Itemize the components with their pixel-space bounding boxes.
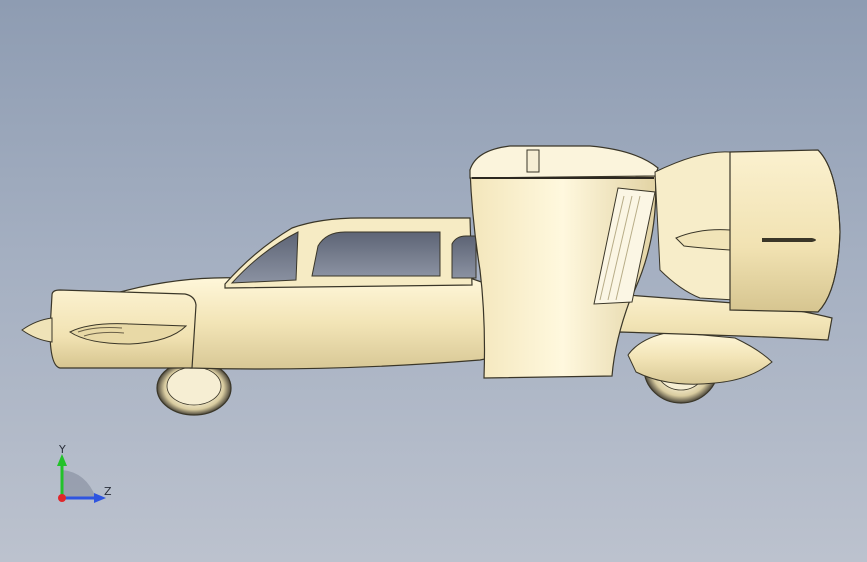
side-window-rear (451, 235, 477, 279)
tower-canopy (469, 145, 659, 179)
side-window-front (311, 231, 441, 277)
x-axis-dot-icon (58, 494, 66, 502)
tail-fin (654, 151, 736, 301)
coordinate-triad: Y Z (57, 443, 112, 503)
canopy-latch-icon (526, 149, 540, 173)
ducted-fan (729, 149, 841, 313)
y-axis-label: Y (58, 443, 66, 456)
front-fairing (627, 331, 773, 385)
rear-spinner (21, 317, 53, 343)
z-axis-label: Z (104, 485, 112, 498)
windshield (230, 231, 299, 284)
fan-hub (762, 238, 816, 242)
view-orientation-wedge (62, 470, 96, 498)
graphics-viewport[interactable]: Y Z (0, 0, 867, 562)
flying-car-model[interactable] (0, 0, 867, 562)
